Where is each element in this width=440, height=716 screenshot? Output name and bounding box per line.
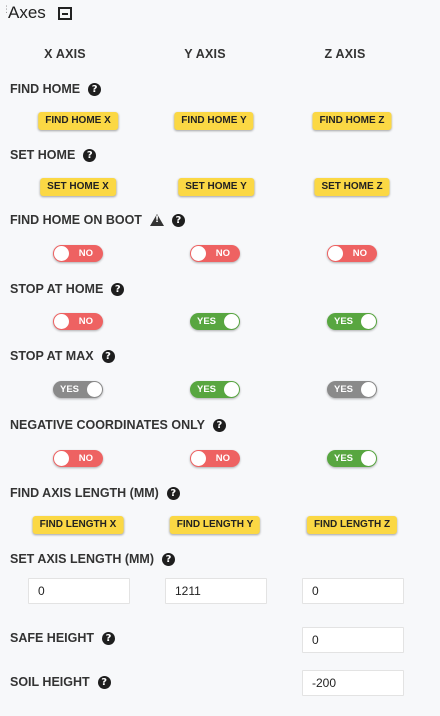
find-home-on-boot-y-toggle[interactable]: NO <box>190 245 240 262</box>
find-home-label: FIND HOME ? <box>10 82 102 96</box>
help-icon[interactable]: ? <box>97 675 111 689</box>
find-home-y-button[interactable]: FIND HOME Y <box>174 112 254 130</box>
axis-length-y-input[interactable] <box>165 578 267 604</box>
toggle-knob <box>361 451 376 466</box>
toggle-knob <box>191 451 206 466</box>
help-icon[interactable]: ? <box>83 148 97 162</box>
find-home-on-boot-label: FIND HOME ON BOOT ? <box>10 213 185 227</box>
toggle-knob <box>328 246 343 261</box>
stop-at-max-z-toggle[interactable]: YES <box>327 381 377 398</box>
column-header-x: X AXIS <box>44 47 86 61</box>
help-icon[interactable]: ? <box>161 552 175 566</box>
soil-height-input[interactable] <box>302 670 404 696</box>
stop-at-home-z-toggle[interactable]: YES <box>327 313 377 330</box>
negative-coordinates-x-toggle[interactable]: NO <box>53 450 103 467</box>
set-axis-length-label: SET AXIS LENGTH (MM) ? <box>10 552 175 566</box>
set-home-x-button[interactable]: SET HOME X <box>40 178 116 196</box>
stop-at-home-x-toggle[interactable]: NO <box>53 313 103 330</box>
toggle-knob <box>54 314 69 329</box>
help-icon[interactable]: ? <box>166 486 180 500</box>
set-home-z-button[interactable]: SET HOME Z <box>314 178 390 196</box>
stop-at-max-x-toggle[interactable]: YES <box>53 381 103 398</box>
find-home-x-button[interactable]: FIND HOME X <box>38 112 118 130</box>
stop-at-home-y-toggle[interactable]: YES <box>190 313 240 330</box>
safe-height-label: SAFE HEIGHT ? <box>10 631 116 645</box>
help-icon[interactable]: ? <box>88 82 102 96</box>
toggle-knob <box>54 451 69 466</box>
column-header-z: Z AXIS <box>324 47 366 61</box>
toggle-knob <box>361 382 376 397</box>
negative-coordinates-z-toggle[interactable]: YES <box>327 450 377 467</box>
help-icon[interactable]: ? <box>111 282 125 296</box>
set-home-y-button[interactable]: SET HOME Y <box>178 178 254 196</box>
negative-coordinates-only-label: NEGATIVE COORDINATES ONLY ? <box>10 418 226 432</box>
set-home-label: SET HOME ? <box>10 148 97 162</box>
find-home-on-boot-z-toggle[interactable]: NO <box>327 245 377 262</box>
help-icon[interactable]: ? <box>212 418 226 432</box>
panel-title: ⋮ Axes <box>2 3 46 23</box>
find-length-y-button[interactable]: FIND LENGTH Y <box>169 516 261 534</box>
drag-handle-icon: ⋮ <box>2 4 11 14</box>
toggle-knob <box>87 382 102 397</box>
toggle-knob <box>224 382 239 397</box>
panel-title-text: Axes <box>8 3 46 22</box>
find-home-z-button[interactable]: FIND HOME Z <box>312 112 392 130</box>
collapse-icon[interactable] <box>58 7 72 20</box>
find-axis-length-label: FIND AXIS LENGTH (MM) ? <box>10 486 180 500</box>
stop-at-home-label: STOP AT HOME ? <box>10 282 125 296</box>
help-icon[interactable]: ? <box>101 349 115 363</box>
warning-icon <box>149 214 164 226</box>
axis-length-x-input[interactable] <box>28 578 130 604</box>
stop-at-max-label: STOP AT MAX ? <box>10 349 115 363</box>
negative-coordinates-y-toggle[interactable]: NO <box>190 450 240 467</box>
find-home-on-boot-x-toggle[interactable]: NO <box>53 245 103 262</box>
toggle-knob <box>361 314 376 329</box>
soil-height-label: SOIL HEIGHT ? <box>10 675 111 689</box>
column-header-y: Y AXIS <box>184 47 226 61</box>
toggle-knob <box>54 246 69 261</box>
stop-at-max-y-toggle[interactable]: YES <box>190 381 240 398</box>
help-icon[interactable]: ? <box>102 631 116 645</box>
find-length-x-button[interactable]: FIND LENGTH X <box>32 516 124 534</box>
axis-length-z-input[interactable] <box>302 578 404 604</box>
toggle-knob <box>191 246 206 261</box>
find-length-z-button[interactable]: FIND LENGTH Z <box>306 516 398 534</box>
help-icon[interactable]: ? <box>171 213 185 227</box>
toggle-knob <box>224 314 239 329</box>
safe-height-input[interactable] <box>302 627 404 653</box>
